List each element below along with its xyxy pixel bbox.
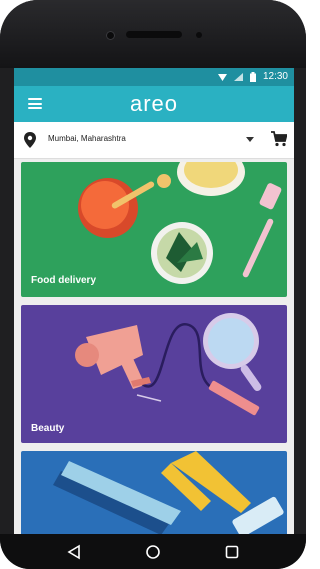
status-time: 12:30 xyxy=(262,71,288,82)
app-logo: areo xyxy=(129,91,179,116)
hamburger-menu-icon[interactable] xyxy=(28,98,42,109)
system-nav-bar xyxy=(0,534,306,569)
signal-icon xyxy=(233,72,243,81)
tools-illustration xyxy=(21,451,287,534)
phone-bezel-top xyxy=(0,0,306,68)
earpiece-speaker xyxy=(126,31,182,38)
home-icon[interactable] xyxy=(145,544,161,560)
wifi-icon xyxy=(217,73,227,81)
battery-icon xyxy=(249,71,256,82)
category-card-food-delivery[interactable]: Food delivery xyxy=(21,162,287,297)
dropdown-arrow-icon[interactable] xyxy=(246,137,254,142)
front-camera xyxy=(106,31,115,40)
app-screen: 12:30 areo Mumbai, Maharashtra Food deli… xyxy=(14,68,294,534)
shopping-cart-icon[interactable] xyxy=(271,131,287,147)
app-bar: areo xyxy=(14,86,294,122)
back-icon[interactable] xyxy=(66,544,82,560)
category-card-home-services[interactable] xyxy=(21,451,287,534)
category-card-beauty[interactable]: Beauty xyxy=(21,305,287,443)
recents-icon[interactable] xyxy=(224,544,240,560)
location-pin-icon xyxy=(24,132,36,148)
phone-frame: 12:30 areo Mumbai, Maharashtra Food deli… xyxy=(0,0,306,569)
category-label-food-delivery: Food delivery xyxy=(31,275,97,286)
location-bar[interactable]: Mumbai, Maharashtra xyxy=(14,122,294,159)
proximity-sensor xyxy=(196,32,202,38)
location-text: Mumbai, Maharashtra xyxy=(48,134,126,143)
category-label-beauty: Beauty xyxy=(31,423,65,434)
status-bar: 12:30 xyxy=(14,68,294,86)
